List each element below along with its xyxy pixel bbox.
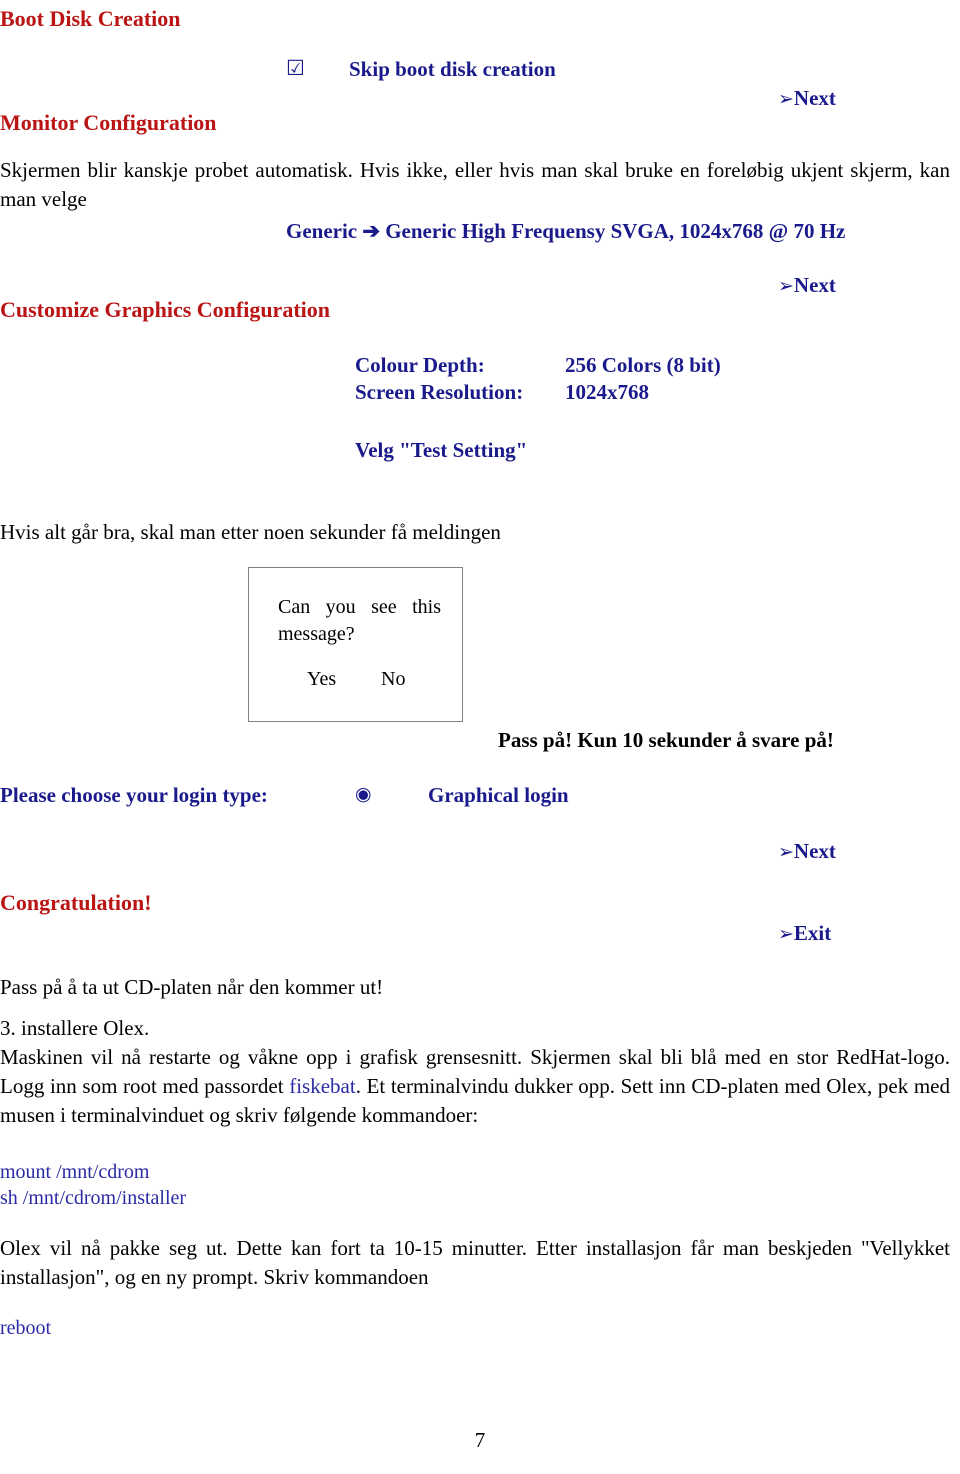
next-button-boot-disk[interactable]: ➢Next [778,85,836,111]
page-number: 7 [474,1428,486,1452]
command-reboot: reboot [0,1317,52,1339]
arrow-bullet-icon: ➢ [778,88,794,110]
monitor-generic-selection: Generic ➔ Generic High Frequensy SVGA, 1… [286,219,846,243]
heading-monitor-configuration: Monitor Configuration [0,110,217,135]
next-button-login[interactable]: ➢Next [778,838,836,864]
closing-paragraph: Olex vil nå pakke seg ut. Dette kan fort… [0,1236,950,1289]
command-mount-cdrom: mount /mnt/cdrom [0,1161,150,1183]
skip-boot-disk-label: Skip boot disk creation [349,57,556,81]
radio-selected-icon[interactable]: ◉ [355,783,372,805]
next-label: Next [793,86,836,110]
dialog-message-text: Can you see this message? [278,596,441,645]
setting-label-colour-depth: Colour Depth: [355,353,485,377]
setting-value-screen-resolution: 1024x768 [565,380,649,404]
timeout-warning-text: Pass på! Kun 10 sekunder å svare på! [498,728,834,752]
graphical-login-label: Graphical login [428,783,569,807]
login-type-radio-row: ◉ [355,781,372,807]
heading-congratulation: Congratulation! [0,890,152,915]
test-message-dialog: Can you see this message? Yes No [248,567,463,722]
cd-eject-note: Pass på å ta ut CD-platen når den kommer… [0,975,384,999]
monitor-config-paragraph: Skjermen blir kanskje probet automatisk.… [0,158,950,211]
login-type-prompt: Please choose your login type: [0,783,268,807]
heading-boot-disk-creation: Boot Disk Creation [0,6,181,31]
checkbox-checked-icon[interactable]: ☑ [286,56,305,80]
arrow-bullet-icon: ➢ [778,923,794,945]
setting-label-screen-resolution: Screen Resolution: [355,380,524,404]
next-label: Next [793,839,836,863]
heading-customize-graphics: Customize Graphics Configuration [0,297,330,322]
document-page: Boot Disk Creation ☑ Skip boot disk crea… [0,0,960,1474]
exit-button[interactable]: ➢Exit [778,920,831,946]
arrow-bullet-icon: ➢ [778,841,794,863]
dialog-yes-button[interactable]: Yes [307,668,336,691]
root-password-value: fiskebat [289,1074,356,1098]
test-setting-action: Velg "Test Setting" [355,438,528,462]
setting-value-colour-depth: 256 Colors (8 bit) [565,353,721,377]
command-run-installer: sh /mnt/cdrom/installer [0,1187,187,1209]
exit-label: Exit [793,921,832,945]
arrow-bullet-icon: ➢ [778,275,794,297]
next-label: Next [793,273,836,297]
dialog-no-button[interactable]: No [381,668,405,691]
install-olex-paragraph: Maskinen vil nå restarte og våkne opp i … [0,1043,950,1130]
test-message-intro: Hvis alt går bra, skal man etter noen se… [0,520,501,544]
next-button-monitor[interactable]: ➢Next [778,272,836,298]
skip-boot-disk-checkbox-row: ☑ [286,55,305,81]
step-heading-install-olex: 3. installere Olex. [0,1016,150,1040]
